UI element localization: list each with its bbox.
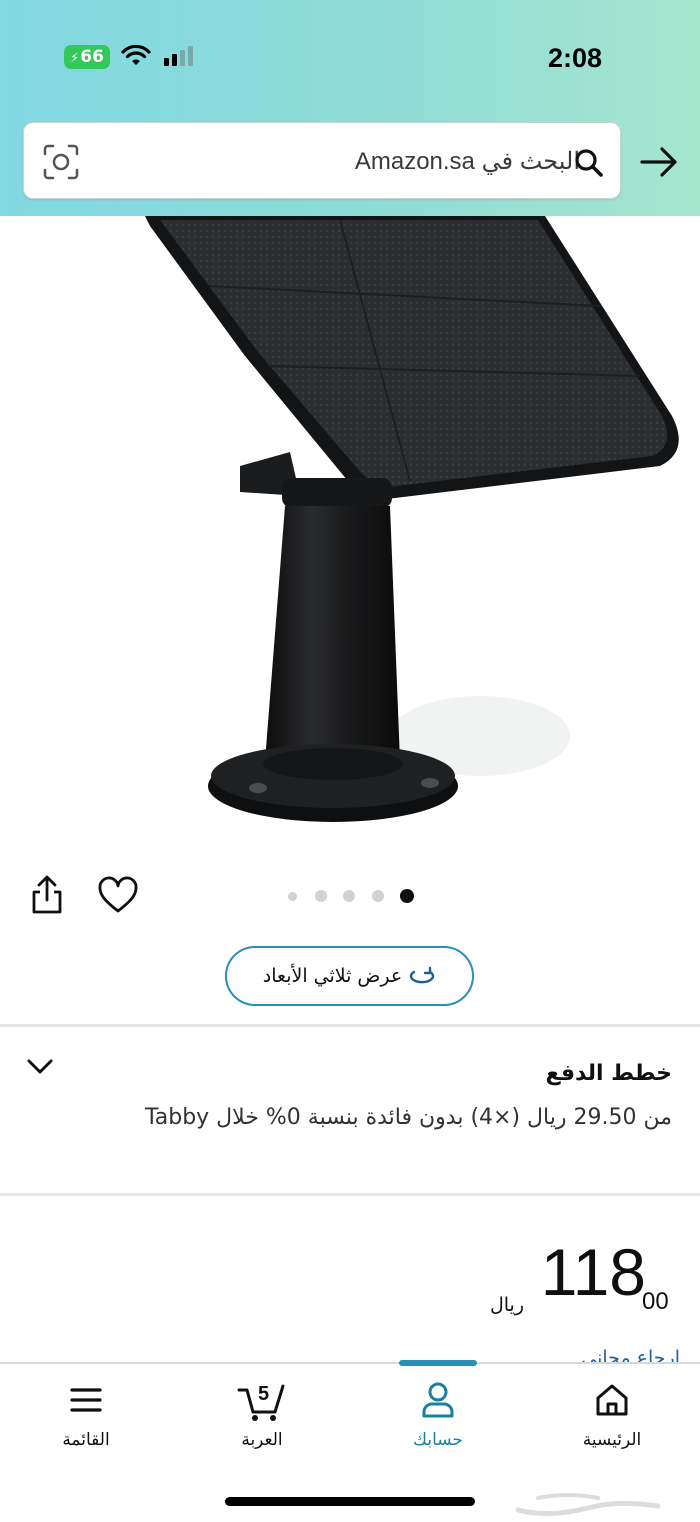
carousel-dot[interactable]: [315, 890, 327, 902]
nav-home[interactable]: الرئيسية: [552, 1378, 672, 1458]
status-bar: ⚡66 2:08: [0, 0, 700, 110]
price-fraction: 00: [642, 1288, 669, 1315]
nav-home-label: الرئيسية: [582, 1430, 642, 1450]
price-whole: 118: [540, 1235, 646, 1309]
camera-scan-icon[interactable]: [42, 143, 80, 181]
signal-strength-icon: [164, 46, 193, 66]
carousel-dot-active[interactable]: [400, 889, 414, 903]
user-icon: [422, 1382, 454, 1418]
view-3d-button[interactable]: عرض ثلاثي الأبعاد: [225, 946, 474, 1006]
payment-plans-description: من 29.50 ريال (×4) بدون فائدة بنسبة 0% خ…: [144, 1105, 672, 1130]
battery-indicator: ⚡66: [64, 45, 110, 69]
nav-account[interactable]: حسابك: [378, 1378, 498, 1458]
carousel-dot[interactable]: [288, 892, 297, 901]
cart-icon: 5: [237, 1383, 285, 1421]
image-carousel-dots: [285, 887, 420, 905]
arrow-right-icon[interactable]: [638, 142, 680, 182]
search-placeholder[interactable]: البحث في Amazon.sa: [104, 143, 580, 181]
home-indicator[interactable]: [225, 1497, 475, 1506]
search-input[interactable]: البحث في Amazon.sa: [23, 122, 621, 199]
menu-icon: [70, 1388, 102, 1412]
product-image[interactable]: [0, 216, 700, 856]
price-currency: ريال: [489, 1294, 524, 1316]
nav-cart-label: العربة: [241, 1430, 283, 1450]
payment-plans-title[interactable]: خطط الدفع: [272, 1056, 672, 1092]
carousel-dot[interactable]: [343, 890, 355, 902]
battery-level: 66: [80, 47, 104, 67]
wifi-icon: [121, 44, 151, 65]
search-icon[interactable]: [571, 145, 607, 181]
share-icon[interactable]: [28, 874, 66, 916]
nav-menu-label: القائمة: [62, 1430, 110, 1450]
nav-account-label: حسابك: [413, 1430, 463, 1450]
rotate-3d-icon: [410, 966, 435, 984]
home-icon: [596, 1384, 628, 1416]
view-3d-label: عرض ثلاثي الأبعاد: [262, 965, 403, 987]
nav-menu[interactable]: القائمة: [26, 1378, 146, 1458]
header: ⚡66 2:08 البحث في Amazon.sa: [0, 0, 700, 216]
chevron-down-icon[interactable]: [24, 1052, 56, 1080]
clock: 2:08: [547, 43, 603, 73]
nav-cart[interactable]: 5 العربة: [202, 1378, 322, 1458]
active-tab-indicator: [399, 1360, 477, 1366]
charging-bolt-icon: ⚡: [70, 51, 80, 66]
cart-count: 5: [258, 1383, 269, 1405]
divider: [0, 1193, 700, 1196]
carousel-dot[interactable]: [372, 890, 384, 902]
divider: [0, 1024, 700, 1027]
heart-icon[interactable]: [97, 876, 139, 916]
watermark-logo: [515, 1493, 661, 1517]
